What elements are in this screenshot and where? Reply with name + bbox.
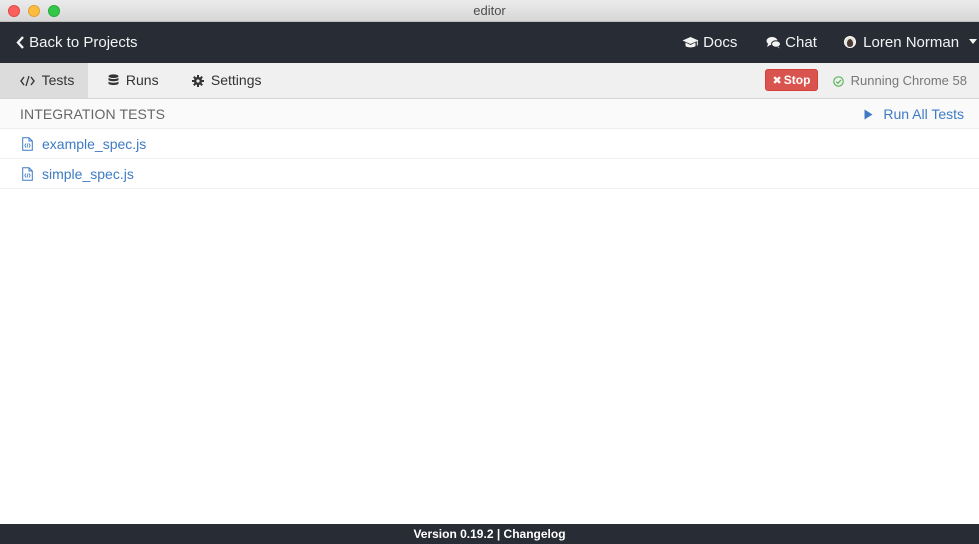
stop-button-label: Stop xyxy=(783,73,811,87)
browser-status-text: Running Chrome 58 xyxy=(850,73,967,88)
caret-down-icon xyxy=(969,39,978,44)
user-name: Loren Norman xyxy=(863,34,960,51)
window-titlebar: editor xyxy=(0,0,979,22)
tab-runs[interactable]: Runs xyxy=(88,63,179,98)
gear-icon xyxy=(192,75,204,87)
back-to-projects-link[interactable]: Back to Projects xyxy=(16,22,138,63)
changelog-link[interactable]: Changelog xyxy=(504,527,566,541)
spec-list: example_spec.js simple_spec.js xyxy=(0,129,979,189)
avatar xyxy=(844,36,856,48)
tab-runs-label: Runs xyxy=(125,72,159,88)
list-item[interactable]: simple_spec.js xyxy=(0,159,979,189)
docs-link[interactable]: Docs xyxy=(682,22,737,63)
version-label: Version 0.19.2 xyxy=(413,527,494,541)
spec-file-link[interactable]: example_spec.js xyxy=(42,129,146,159)
section-title: INTEGRATION TESTS xyxy=(20,106,166,122)
top-navbar: Back to Projects Docs Chat Loren Norman xyxy=(0,22,979,63)
stop-button[interactable]: ✖ Stop xyxy=(765,69,818,91)
tab-settings-label: Settings xyxy=(210,72,262,88)
window-maximize-button[interactable] xyxy=(48,5,60,17)
file-code-icon xyxy=(22,167,33,181)
run-all-tests-button[interactable]: Run All Tests xyxy=(864,99,964,129)
chat-label: Chat xyxy=(785,34,817,51)
tab-tests[interactable]: Tests xyxy=(0,63,88,98)
file-code-icon xyxy=(22,137,33,151)
window-title: editor xyxy=(473,3,506,18)
database-icon xyxy=(108,74,119,85)
graduation-cap-icon xyxy=(682,37,699,48)
footer-separator: | xyxy=(496,527,501,541)
tab-tests-label: Tests xyxy=(41,72,75,88)
browser-status: Running Chrome 58 xyxy=(833,63,967,98)
chevron-left-icon xyxy=(16,36,24,49)
list-item[interactable]: example_spec.js xyxy=(0,129,979,159)
footer: Version 0.19.2 | Changelog xyxy=(0,524,979,544)
window-close-button[interactable] xyxy=(8,5,20,17)
chat-link[interactable]: Chat xyxy=(766,22,817,63)
user-menu[interactable]: Loren Norman xyxy=(844,22,978,63)
spec-file-link[interactable]: simple_spec.js xyxy=(42,159,134,189)
code-icon xyxy=(20,75,35,87)
back-to-projects-label: Back to Projects xyxy=(29,34,138,51)
close-icon: ✖ xyxy=(772,75,782,87)
docs-label: Docs xyxy=(703,34,738,51)
integration-tests-header: INTEGRATION TESTS Run All Tests xyxy=(0,99,979,129)
play-icon xyxy=(864,109,873,120)
tabs-bar: Tests Runs Settings ✖ Stop Running Chrom… xyxy=(0,63,979,99)
run-all-tests-label: Run All Tests xyxy=(883,106,964,122)
check-circle-icon xyxy=(833,76,844,87)
window-minimize-button[interactable] xyxy=(28,5,40,17)
comments-icon xyxy=(766,37,781,49)
tab-settings[interactable]: Settings xyxy=(172,63,281,98)
